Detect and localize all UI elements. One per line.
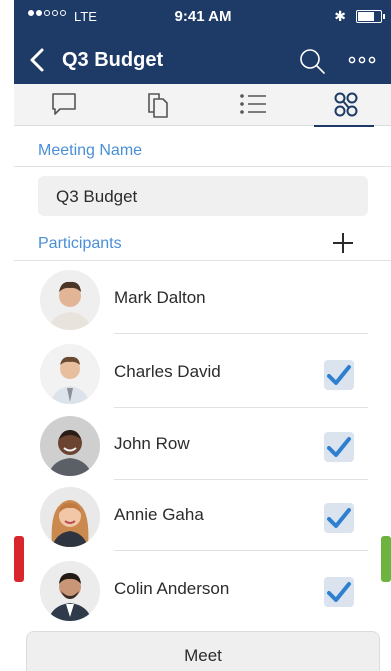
participant-name: Mark Dalton <box>114 288 206 307</box>
participant-row[interactable]: Annie Gaha <box>14 481 391 551</box>
participant-row[interactable]: John Row <box>14 410 391 480</box>
selected-checkmark-icon[interactable] <box>324 432 354 462</box>
tab-people[interactable] <box>314 84 374 127</box>
divider <box>14 260 391 261</box>
meet-button[interactable]: Meet <box>26 631 380 671</box>
participants-label: Participants <box>38 235 122 252</box>
participant-name: Colin Anderson <box>114 579 230 598</box>
avatar <box>40 270 100 330</box>
avatar <box>40 561 100 621</box>
selected-checkmark-icon[interactable] <box>324 503 354 533</box>
search-icon[interactable] <box>298 47 326 75</box>
bluetooth-icon: ✱ <box>334 8 346 24</box>
battery-icon <box>356 10 385 23</box>
row-divider <box>114 479 368 480</box>
participant-name: Charles David <box>114 362 221 381</box>
add-participant-plus-icon[interactable] <box>330 230 356 256</box>
tab-chat[interactable] <box>32 84 92 126</box>
avatar <box>40 487 100 547</box>
left-swipe-handle[interactable] <box>14 536 24 582</box>
screen-margin <box>0 0 14 671</box>
tab-list[interactable] <box>220 84 280 126</box>
back-chevron-icon[interactable] <box>26 47 50 73</box>
participant-name: Annie Gaha <box>114 505 204 524</box>
page-title: Q3 Budget <box>62 49 164 71</box>
list-icon <box>240 94 266 114</box>
avatar <box>40 416 100 476</box>
status-bar: LTE 9:41 AM ✱ <box>14 0 391 36</box>
chat-icon <box>52 93 76 115</box>
row-divider <box>114 333 368 334</box>
meeting-name-field[interactable]: Q3 Budget <box>38 176 368 216</box>
selected-checkmark-icon[interactable] <box>324 577 354 607</box>
avatar <box>40 344 100 404</box>
participant-name: John Row <box>114 434 190 453</box>
divider <box>14 166 391 167</box>
participant-row[interactable]: Mark Dalton <box>14 264 391 334</box>
row-divider <box>114 407 368 408</box>
more-options-icon[interactable] <box>346 48 378 72</box>
navigation-bar: Q3 Budget <box>14 36 391 84</box>
right-swipe-handle[interactable] <box>381 536 391 582</box>
people-icon <box>334 92 358 117</box>
tab-documents[interactable] <box>126 84 186 126</box>
documents-icon <box>148 93 168 118</box>
meeting-name-label: Meeting Name <box>38 142 143 159</box>
participant-row[interactable]: Colin Anderson <box>14 555 391 625</box>
selected-checkmark-icon[interactable] <box>324 360 354 390</box>
participant-row[interactable]: Charles David <box>14 338 391 408</box>
tab-bar <box>14 84 391 127</box>
row-divider <box>114 550 368 551</box>
